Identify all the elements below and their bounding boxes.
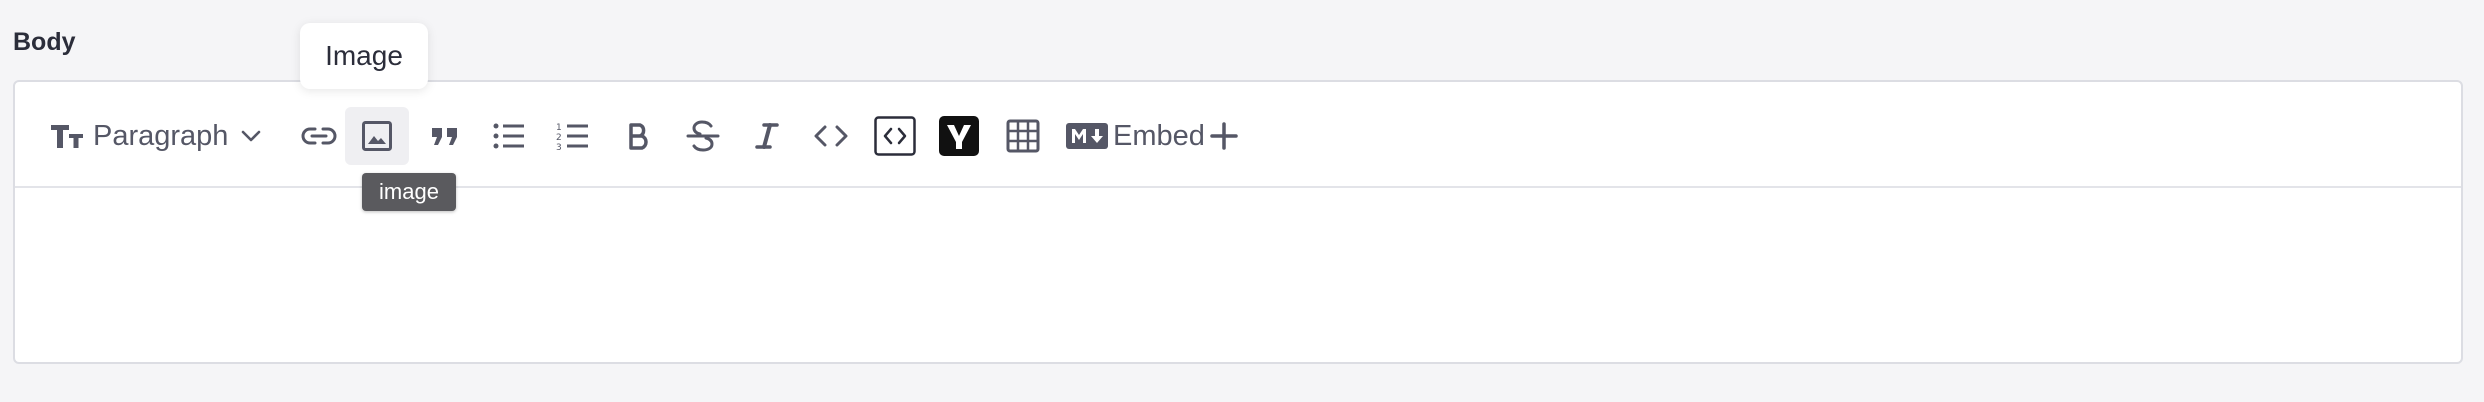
image-icon — [361, 120, 393, 152]
code-block-icon — [874, 116, 916, 156]
bold-button[interactable] — [615, 107, 663, 165]
image-popover: Image — [300, 23, 428, 89]
quote-icon — [430, 124, 460, 148]
paragraph-style-label: Paragraph — [93, 119, 229, 152]
svg-text:2: 2 — [556, 133, 562, 143]
bullet-list-button[interactable] — [485, 107, 533, 165]
text-size-icon — [49, 121, 85, 151]
code-block-button[interactable] — [871, 107, 919, 165]
embed-button[interactable]: Embed — [1113, 107, 1263, 165]
numbered-list-icon: 1 2 3 — [556, 121, 590, 151]
plus-icon — [1209, 121, 1239, 151]
markdown-icon — [1066, 123, 1108, 149]
rich-text-editor: Paragraph 1 2 3 Embed — [13, 80, 2463, 364]
link-icon — [300, 124, 338, 148]
bold-icon — [627, 122, 651, 150]
strikethrough-icon — [686, 119, 720, 153]
paragraph-style-dropdown[interactable]: Paragraph — [49, 107, 269, 165]
markdown-button[interactable] — [1063, 107, 1111, 165]
strikethrough-button[interactable] — [679, 107, 727, 165]
image-button[interactable] — [345, 107, 409, 165]
italic-icon — [755, 122, 779, 150]
body-field-label: Body — [13, 28, 76, 56]
table-button[interactable] — [999, 107, 1047, 165]
svg-text:3: 3 — [556, 143, 562, 151]
code-icon — [813, 124, 849, 148]
link-button[interactable] — [295, 107, 343, 165]
table-icon — [1006, 119, 1040, 153]
embed-label: Embed — [1113, 119, 1205, 152]
quote-button[interactable] — [421, 107, 469, 165]
numbered-list-button[interactable]: 1 2 3 — [549, 107, 597, 165]
chevron-down-icon — [240, 129, 262, 143]
italic-button[interactable] — [743, 107, 791, 165]
yoast-icon — [939, 116, 979, 156]
svg-text:1: 1 — [556, 123, 562, 133]
bullet-list-icon — [492, 122, 526, 150]
inline-code-button[interactable] — [807, 107, 855, 165]
editor-content-area[interactable] — [15, 188, 2461, 362]
image-tooltip: image — [362, 173, 456, 211]
yoast-button[interactable] — [935, 107, 983, 165]
